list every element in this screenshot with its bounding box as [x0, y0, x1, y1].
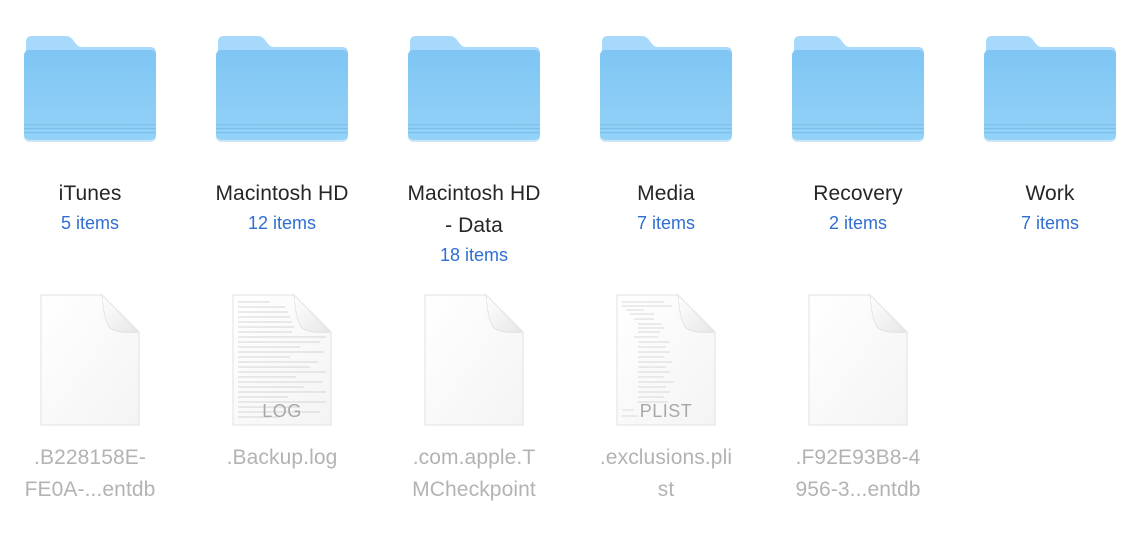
- file-name-line: .B228158E-: [34, 446, 146, 469]
- folder-item-count: 7 items: [1020, 213, 1080, 233]
- folder-item-count: 2 items: [828, 213, 888, 233]
- folder-item-work[interactable]: Work 7 items: [960, 32, 1140, 238]
- folder-icon: [214, 32, 350, 144]
- file-name-line: .com.apple.T: [412, 446, 536, 469]
- file-name: .exclusions.pli st: [576, 442, 756, 506]
- folder-icon: [22, 32, 158, 144]
- folder-item-recovery[interactable]: Recovery 2 items: [768, 32, 948, 238]
- blank-document-icon: [422, 292, 526, 428]
- folder-name: Media: [637, 182, 695, 205]
- file-name-line: FE0A-...entdb: [24, 478, 156, 501]
- file-name-line: .exclusions.pli: [599, 446, 733, 469]
- folder-item-count: 12 items: [247, 213, 317, 233]
- file-name: .Backup.log: [192, 442, 372, 474]
- folder-icon: [406, 32, 542, 144]
- blank-document-icon: [806, 292, 910, 428]
- file-name: .com.apple.T MCheckpoint: [384, 442, 564, 506]
- file-name-line: .F92E93B8-4: [795, 446, 921, 469]
- folder-item-macintosh-hd[interactable]: Macintosh HD 12 items: [192, 32, 372, 238]
- folder-item-media[interactable]: Media 7 items: [576, 32, 756, 238]
- file-name-line: .Backup.log: [226, 446, 338, 469]
- folder-name: iTunes: [58, 182, 122, 205]
- log-document-icon: LOG: [230, 292, 334, 428]
- file-item-backup-log[interactable]: LOG .Backup.log: [192, 292, 372, 474]
- blank-document-icon: [38, 292, 142, 428]
- folder-icon: [598, 32, 734, 144]
- file-item-com-apple-tmcheckpoint[interactable]: .com.apple.T MCheckpoint: [384, 292, 564, 506]
- folder-name-line: - Data: [445, 214, 503, 237]
- folder-name: Macintosh HD - Data: [384, 178, 564, 242]
- file-name: .B228158E- FE0A-...entdb: [0, 442, 180, 506]
- file-item-exclusions-plist[interactable]: PLIST .exclusions.pli st: [576, 292, 756, 506]
- folder-item-count: 7 items: [636, 213, 696, 233]
- folder-item-count: 18 items: [439, 245, 509, 265]
- folder-icon: [982, 32, 1118, 144]
- file-name-line: 956-3...entdb: [795, 478, 921, 501]
- file-name: .F92E93B8-4 956-3...entdb: [768, 442, 948, 506]
- folder-name-line: Macintosh HD: [407, 182, 541, 205]
- file-name-line: MCheckpoint: [412, 478, 536, 501]
- folder-name: Recovery: [813, 182, 903, 205]
- finder-icon-grid: iTunes 5 items Macintosh HD 12 items Mac…: [0, 0, 1148, 552]
- file-type-badge: PLIST: [639, 401, 693, 421]
- folder-icon: [790, 32, 926, 144]
- file-item-b228158e-entdb[interactable]: .B228158E- FE0A-...entdb: [0, 292, 180, 506]
- folder-item-itunes[interactable]: iTunes 5 items: [0, 32, 180, 238]
- file-name-line: st: [657, 478, 675, 501]
- plist-document-icon: PLIST: [614, 292, 718, 428]
- file-type-badge: LOG: [262, 401, 302, 421]
- file-item-f92e93b8-entdb[interactable]: .F92E93B8-4 956-3...entdb: [768, 292, 948, 506]
- folder-item-count: 5 items: [60, 213, 120, 233]
- folder-item-macintosh-hd-data[interactable]: Macintosh HD - Data 18 items: [384, 32, 564, 270]
- folder-name: Macintosh HD: [215, 182, 349, 205]
- folder-name: Work: [1025, 182, 1075, 205]
